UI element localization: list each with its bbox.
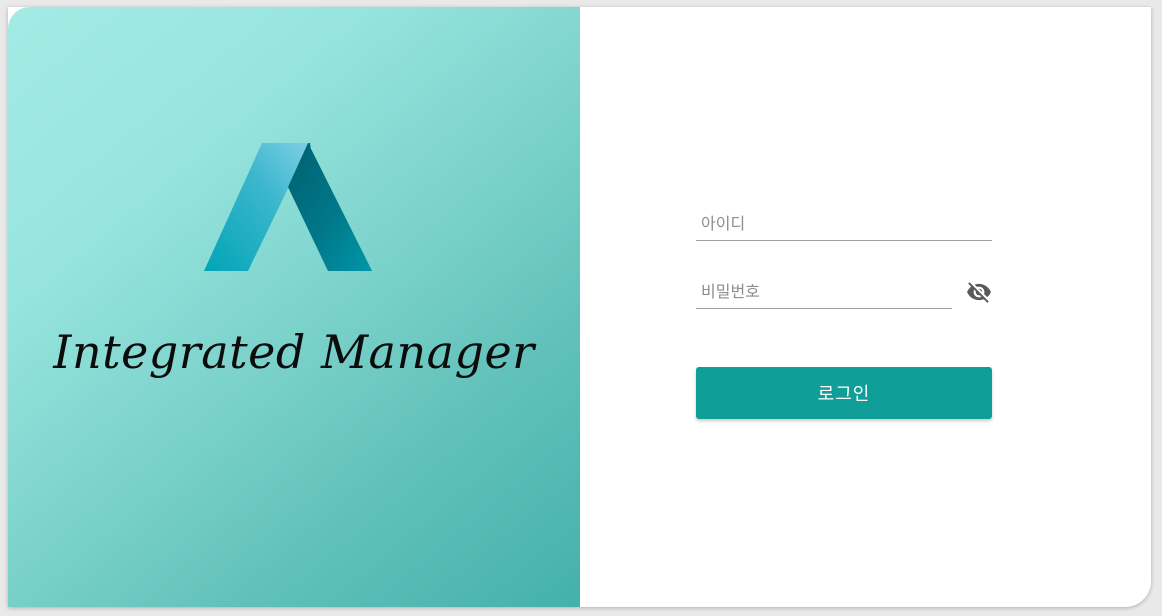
- username-input[interactable]: [696, 208, 992, 238]
- logo-right-face: [288, 143, 372, 271]
- brand-panel: Integrated Manager: [8, 7, 580, 607]
- login-panel: 로그인: [580, 7, 1151, 607]
- app-title: Integrated Manager: [53, 325, 535, 379]
- login-button[interactable]: 로그인: [696, 367, 992, 419]
- eye-off-icon: [967, 282, 991, 303]
- username-field: [696, 208, 992, 241]
- password-field: [696, 276, 952, 309]
- login-card: Integrated Manager 로그인: [8, 7, 1151, 607]
- password-visibility-toggle[interactable]: [966, 279, 992, 305]
- stylized-a-logo-icon: [204, 143, 372, 271]
- password-input[interactable]: [696, 276, 952, 306]
- logo-left-stroke: [204, 143, 310, 271]
